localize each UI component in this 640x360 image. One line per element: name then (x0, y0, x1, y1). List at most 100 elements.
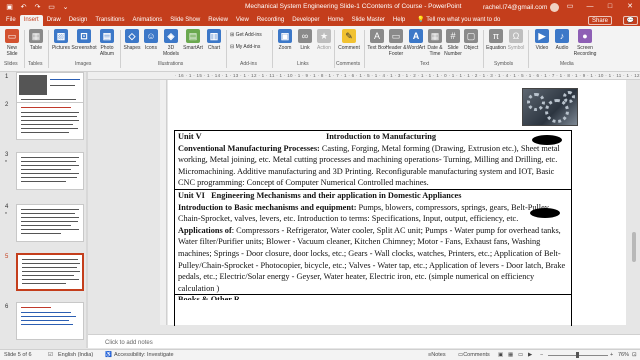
account[interactable]: rachel.l74@gmail.com (483, 3, 560, 12)
comment-button[interactable]: ✎ Comment (336, 29, 362, 51)
zoom-level[interactable]: 76% (618, 350, 629, 360)
unit6-para2-text: : Compressors - Refrigerator, Water cool… (178, 225, 566, 293)
notes-pane[interactable]: Click to add notes (88, 334, 640, 348)
pictures-button[interactable]: ▨ Pictures (50, 29, 72, 51)
present-icon[interactable]: ▭ (47, 3, 56, 11)
tell-me-search[interactable]: 💡 Tell me what you want to do (413, 15, 504, 26)
3d-models-button[interactable]: ◈ 3D Models (160, 29, 182, 57)
thumb-star: * (5, 160, 7, 166)
tab-help[interactable]: Help (389, 15, 409, 26)
tab-transitions[interactable]: Transitions (91, 15, 128, 26)
thumb-star: * (5, 212, 7, 218)
minimize-button[interactable]: — (580, 0, 600, 14)
new-slide-label: New Slide (6, 45, 18, 57)
slide-thumbnail-2[interactable] (16, 102, 84, 140)
customize-icon[interactable]: ⌄ (61, 3, 70, 11)
tab-developer[interactable]: Developer (288, 15, 323, 26)
screenshot-label: Screenshot (71, 45, 97, 51)
thumb-number: 3 (5, 152, 9, 158)
accessibility-icon[interactable]: ♿ (105, 350, 112, 360)
shapes-label: Shapes (123, 45, 141, 51)
unit5-header: Unit V Introduction to Manufacturing (178, 131, 568, 143)
zoom-button[interactable]: ▣ Zoom (274, 29, 296, 51)
tab-home[interactable]: Home (324, 15, 348, 26)
tab-design[interactable]: Design (65, 15, 92, 26)
tab-file[interactable]: File (2, 15, 20, 26)
slide-sorter-icon[interactable]: ▦ (508, 350, 513, 360)
tab-review[interactable]: Review (204, 15, 232, 26)
chart-button[interactable]: ▥ Chart (203, 29, 225, 51)
photo-album-icon: ▤ (100, 29, 114, 43)
slide-thumbnail-3[interactable] (16, 152, 84, 190)
wordart-icon: A (409, 29, 423, 43)
tab-recording[interactable]: Recording (253, 15, 288, 26)
thumb-number: 6 (5, 304, 9, 310)
object-button[interactable]: ▢ Object (460, 29, 482, 51)
reading-view-icon[interactable]: ▭ (518, 350, 523, 360)
tab-slide-show[interactable]: Slide Show (166, 15, 204, 26)
save-icon[interactable]: ▣ (5, 3, 14, 11)
canvas-scrollbar[interactable] (630, 80, 638, 325)
zoom-slider-thumb[interactable] (576, 352, 579, 358)
slide-thumbnail-4[interactable] (16, 204, 84, 242)
tab-view[interactable]: View (232, 15, 253, 26)
smartart-button[interactable]: ▤ SmartArt (181, 29, 205, 51)
slide-thumbnail-6[interactable] (16, 302, 84, 340)
zoom-icon: ▣ (278, 29, 292, 43)
symbol-icon: Ω (509, 29, 523, 43)
canvas-scrollbar-thumb[interactable] (632, 232, 636, 262)
undo-icon[interactable]: ↶ (19, 3, 28, 11)
get-addins-button[interactable]: ⊞ Get Add-ins (230, 32, 262, 38)
table-button[interactable]: ▦ Table (25, 29, 47, 51)
tab-slide-master[interactable]: Slide Master (348, 15, 389, 26)
tab-draw[interactable]: Draw (43, 15, 65, 26)
unit6-header: Unit VI Engineering Mechanisms and their… (178, 190, 568, 202)
group-label-comments: Comments (336, 61, 361, 67)
redo-icon[interactable]: ↷ (33, 3, 42, 11)
zoom-label: Zoom (278, 45, 292, 51)
comments-button[interactable]: 💬 (622, 16, 638, 25)
audio-button[interactable]: ♪ Audio (551, 29, 573, 51)
my-addins-button[interactable]: ⊟ My Add-ins (230, 44, 260, 50)
photo-album-button[interactable]: ▤ Photo Album (96, 29, 118, 57)
status-bar: Slide 5 of 6 ☑ English (India) ♿ Accessi… (0, 349, 640, 360)
fit-slide-icon[interactable]: ⊡ (632, 350, 637, 360)
slide-thumbnail-5[interactable] (16, 253, 84, 291)
zoom-in-icon[interactable]: + (610, 350, 613, 360)
tab-animations[interactable]: Animations (129, 15, 167, 26)
ribbon-display-icon[interactable]: ▭ (560, 0, 580, 14)
notes-toggle[interactable]: ≡ Notes (428, 350, 446, 360)
accessibility-status[interactable]: Accessibility: Investigate (114, 350, 174, 360)
equation-button[interactable]: π Equation (485, 29, 507, 51)
text-box-icon: A (370, 29, 384, 43)
maximize-button[interactable]: □ (600, 0, 620, 14)
video-button[interactable]: ▶ Video (531, 29, 553, 51)
tab-insert[interactable]: Insert (19, 15, 43, 26)
horizontal-scrollbar[interactable] (88, 326, 630, 334)
action-button[interactable]: ★ Action (313, 29, 335, 51)
table-label: Table (30, 45, 42, 51)
screen-recording-button[interactable]: ● Screen Recording (572, 29, 598, 57)
share-button[interactable]: Share (587, 16, 612, 25)
my-addins-label: My Add-ins (235, 44, 261, 50)
table-icon: ▦ (29, 29, 43, 43)
notes-toggle-label: Notes (431, 352, 446, 358)
thumbnail-scrollbar[interactable] (86, 72, 88, 348)
unit6-para1-heading: Introduction to Basic mechanisms and equ… (178, 202, 357, 212)
zoom-out-icon[interactable]: − (540, 350, 543, 360)
screenshot-button[interactable]: ⊡ Screenshot (71, 29, 97, 51)
symbol-button[interactable]: Ω Symbol (505, 29, 527, 51)
slideshow-icon[interactable]: ▶ (528, 350, 532, 360)
comments-toggle[interactable]: ▭ Comments (458, 350, 490, 360)
unit5-para2: Micromachining. Additive manufacturing a… (178, 166, 555, 188)
language[interactable]: English (India) (58, 350, 93, 360)
spelling-icon[interactable]: ☑ (48, 350, 53, 360)
user-email: rachel.l74@gmail.com (483, 4, 548, 11)
normal-view-icon[interactable]: ▣ (498, 350, 503, 360)
icons-button[interactable]: ☺ Icons (140, 29, 162, 51)
3d-models-label: 3D Models (162, 45, 180, 57)
close-button[interactable]: ✕ (620, 0, 640, 14)
syllabus-table[interactable]: Unit V Introduction to Manufacturing Con… (174, 130, 572, 326)
machinery-image[interactable] (522, 88, 578, 126)
new-slide-button[interactable]: ▭ New Slide (1, 29, 23, 57)
